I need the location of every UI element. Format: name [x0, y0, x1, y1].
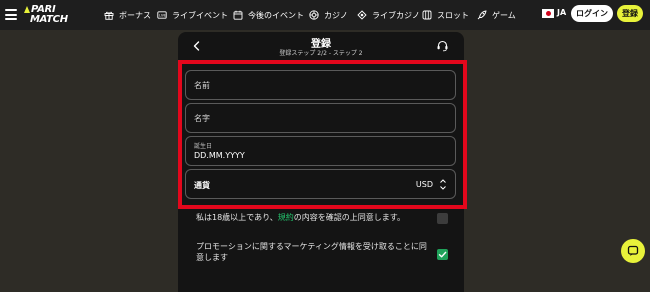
- marketing-consent-row: プロモーションに関するマーケティング情報を受け取ることに同 意します: [185, 241, 457, 265]
- nav-games-label: ゲーム: [492, 10, 516, 20]
- calendar-icon: [233, 10, 243, 20]
- gift-icon: [104, 11, 114, 20]
- nav-live-casino[interactable]: ライブカジノ: [357, 0, 420, 30]
- checkmark-icon: [438, 251, 447, 258]
- nav-games[interactable]: ゲーム: [477, 0, 516, 30]
- live-casino-icon: [357, 10, 367, 20]
- chat-button[interactable]: [621, 239, 645, 263]
- marketing-consent-line2: 意します: [196, 253, 228, 262]
- marketing-consent-text: プロモーションに関するマーケティング情報を受け取ることに同 意します: [196, 241, 427, 263]
- chat-bubble-icon: [627, 245, 639, 256]
- register-button[interactable]: 登録: [617, 5, 643, 22]
- casino-chip-icon: [309, 10, 319, 20]
- japan-flag-icon[interactable]: [542, 9, 554, 18]
- nav-live-casino-label: ライブカジノ: [372, 10, 420, 20]
- age-consent-checkbox[interactable]: [437, 213, 448, 224]
- age-consent-text-end: の内容を確認の上同意します。: [293, 213, 405, 222]
- marketing-consent-checkbox[interactable]: [437, 249, 448, 260]
- nav-upcoming-events[interactable]: 今後のイベント: [233, 0, 304, 30]
- nav-slots[interactable]: スロット: [422, 0, 469, 30]
- svg-text:LIVE: LIVE: [159, 13, 166, 17]
- nav-bonus-label: ボーナス: [119, 10, 151, 20]
- slot-machine-icon: [422, 10, 432, 20]
- login-button[interactable]: ログイン: [571, 5, 613, 22]
- age-consent-text: 私は18歳以上であり、規約の内容を確認の上同意します。: [196, 212, 405, 223]
- rocket-icon: [477, 10, 487, 20]
- age-consent-row: 私は18歳以上であり、規約の内容を確認の上同意します。: [185, 212, 457, 224]
- live-tv-icon: LIVE: [157, 11, 167, 19]
- nav-bonus[interactable]: ボーナス: [104, 0, 151, 30]
- registration-step-indicator: 登録ステップ 2/2 - ステップ 2: [279, 50, 363, 57]
- marketing-consent-line1: プロモーションに関するマーケティング情報を受け取ることに同: [196, 242, 427, 251]
- highlight-box: [178, 60, 467, 209]
- nav-casino-label: カジノ: [324, 10, 348, 20]
- nav-slots-label: スロット: [437, 10, 469, 20]
- top-navigation-bar: PARI MATCH ボーナス LIVE ライブイベント 今後のイベント カジノ…: [0, 0, 650, 30]
- age-consent-text-start: 私は18歳以上であり、: [196, 213, 278, 222]
- language-selector[interactable]: JA: [557, 8, 566, 17]
- nav-live-events[interactable]: LIVE ライブイベント: [157, 0, 228, 30]
- parimatch-logo[interactable]: PARI MATCH: [24, 4, 86, 26]
- nav-casino[interactable]: カジノ: [309, 0, 348, 30]
- nav-upcoming-events-label: 今後のイベント: [248, 10, 304, 20]
- terms-link[interactable]: 規約: [278, 213, 294, 222]
- logo-mark-icon: [24, 6, 30, 13]
- support-headset-icon[interactable]: [436, 39, 449, 52]
- logo-text-line2: MATCH: [30, 14, 68, 25]
- nav-live-events-label: ライブイベント: [172, 10, 228, 20]
- hamburger-menu-icon[interactable]: [5, 9, 17, 20]
